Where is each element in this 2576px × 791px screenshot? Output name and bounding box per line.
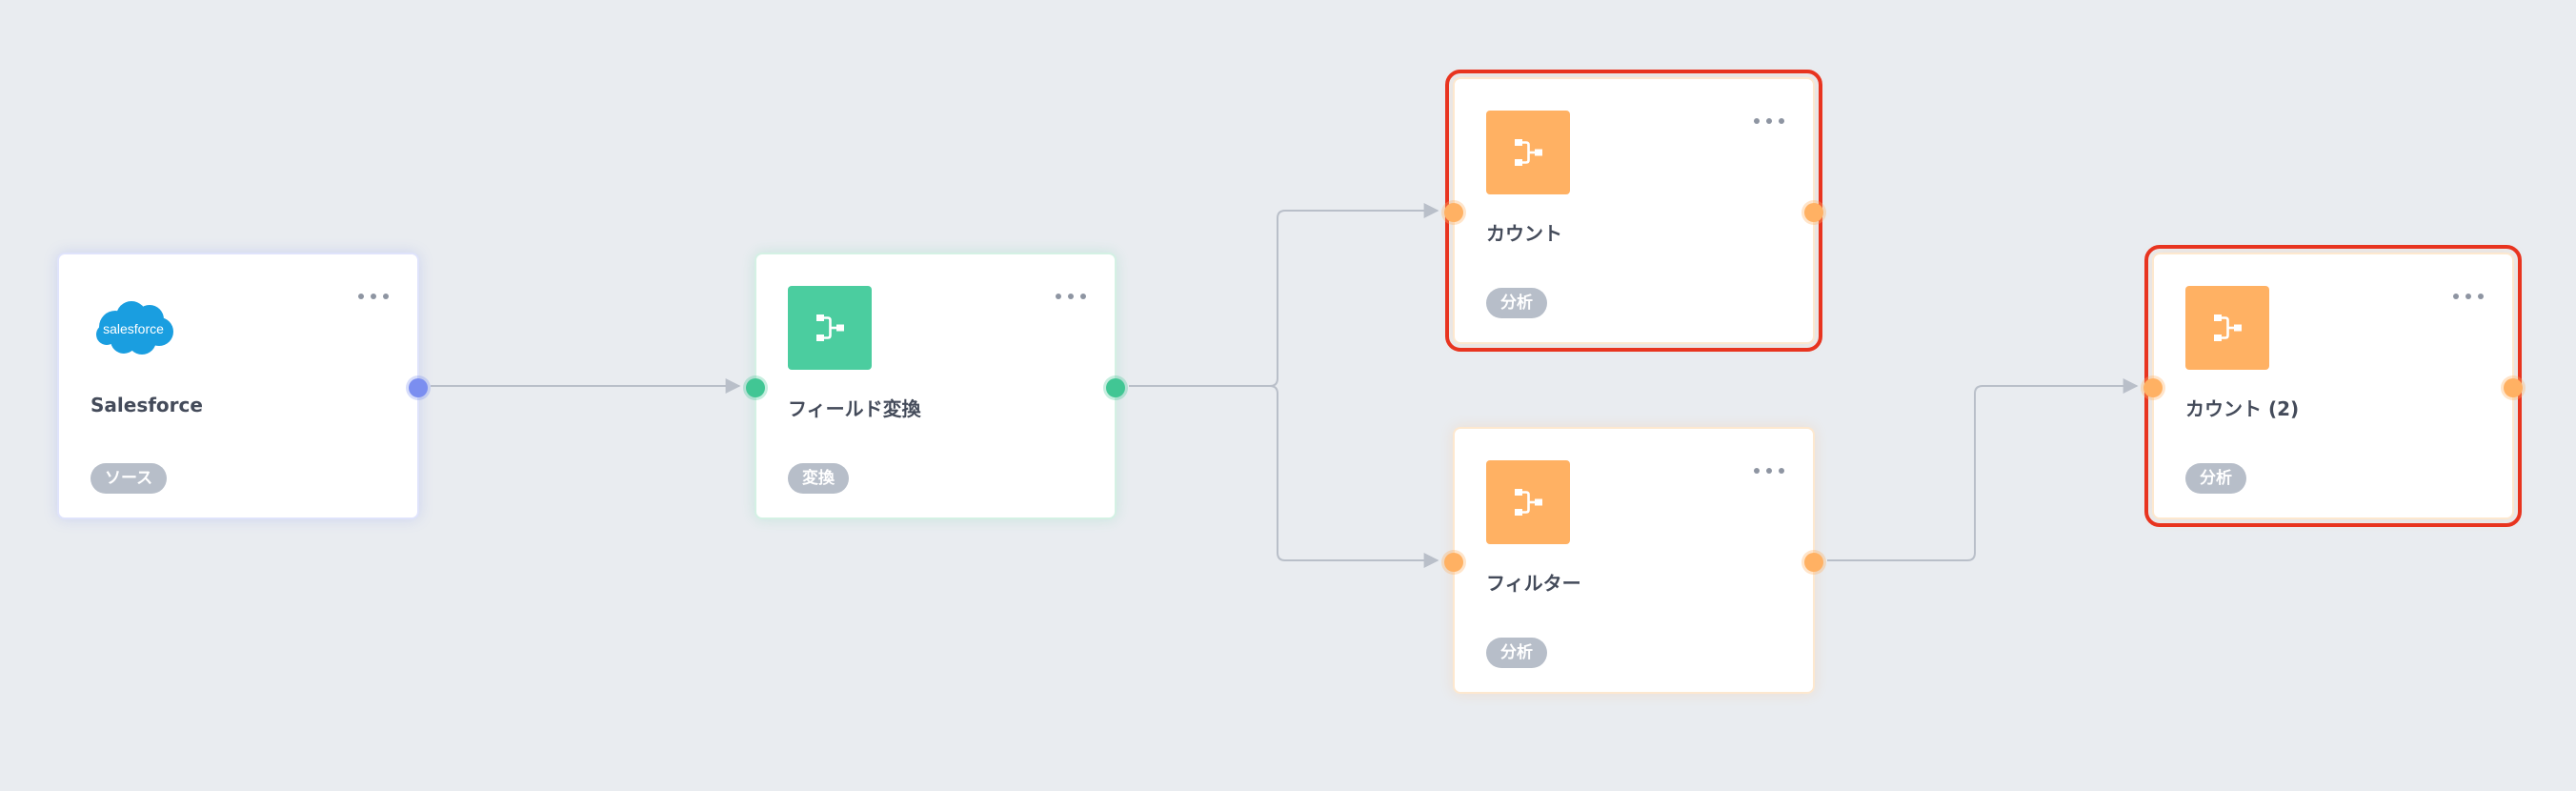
output-port[interactable]: [1804, 203, 1823, 222]
flow-icon: [1486, 460, 1570, 544]
salesforce-logo: salesforce: [91, 286, 176, 370]
flow-icon: [788, 286, 872, 370]
input-port[interactable]: [1444, 203, 1463, 222]
node-title: フィルター: [1486, 572, 1581, 595]
node-type-tag: 分析: [1486, 638, 1547, 668]
edge-field-transform-to-filter[interactable]: [1269, 385, 1439, 568]
dot-icon: [1779, 118, 1784, 124]
dot-icon: [383, 294, 389, 299]
node-filter[interactable]: フィルター 分析: [1444, 427, 1823, 694]
input-port[interactable]: [2143, 378, 2163, 397]
dot-icon: [1080, 294, 1086, 299]
node-menu-button[interactable]: [358, 291, 389, 302]
dot-icon: [1754, 118, 1760, 124]
dot-icon: [1766, 468, 1772, 474]
node-type-tag: 分析: [2185, 463, 2246, 494]
node-title: カウント: [1486, 222, 1562, 245]
output-port[interactable]: [1106, 378, 1125, 397]
dot-icon: [358, 294, 364, 299]
input-port[interactable]: [1444, 553, 1463, 572]
node-field-transform[interactable]: フィールド変換 変換: [746, 253, 1125, 519]
dot-icon: [1056, 294, 1061, 299]
node-count-2[interactable]: カウント (2) 分析: [2143, 245, 2523, 527]
edge-field-transform-to-count[interactable]: [1129, 203, 1439, 387]
edge-filter-to-count2[interactable]: [1827, 378, 2139, 561]
output-port[interactable]: [1804, 553, 1823, 572]
node-salesforce[interactable]: salesforce Salesforce ソース: [57, 253, 428, 519]
dot-icon: [2453, 294, 2459, 299]
flow-icon: [2185, 286, 2269, 370]
node-count[interactable]: カウント 分析: [1444, 70, 1823, 352]
node-title: カウント (2): [2185, 397, 2300, 420]
node-menu-button[interactable]: [1754, 115, 1784, 127]
node-menu-button[interactable]: [2453, 291, 2484, 302]
node-menu-button[interactable]: [1056, 291, 1086, 302]
dot-icon: [2465, 294, 2471, 299]
flow-icon: [1486, 111, 1570, 194]
node-menu-button[interactable]: [1754, 465, 1784, 477]
dot-icon: [1779, 468, 1784, 474]
output-port[interactable]: [2504, 378, 2523, 397]
salesforce-logo-text: salesforce: [103, 321, 164, 336]
node-title: フィールド変換: [788, 397, 921, 420]
pipeline-canvas[interactable]: salesforce Salesforce ソース フィールド変換 変換 カウン…: [0, 0, 2576, 791]
output-port[interactable]: [409, 378, 428, 397]
node-type-tag: ソース: [91, 463, 168, 494]
dot-icon: [371, 294, 376, 299]
dot-icon: [1766, 118, 1772, 124]
node-type-tag: 変換: [788, 463, 849, 494]
dot-icon: [2478, 294, 2484, 299]
dot-icon: [1068, 294, 1074, 299]
node-title: Salesforce: [91, 394, 203, 416]
dot-icon: [1754, 468, 1760, 474]
node-type-tag: 分析: [1486, 288, 1547, 318]
input-port[interactable]: [746, 378, 765, 397]
